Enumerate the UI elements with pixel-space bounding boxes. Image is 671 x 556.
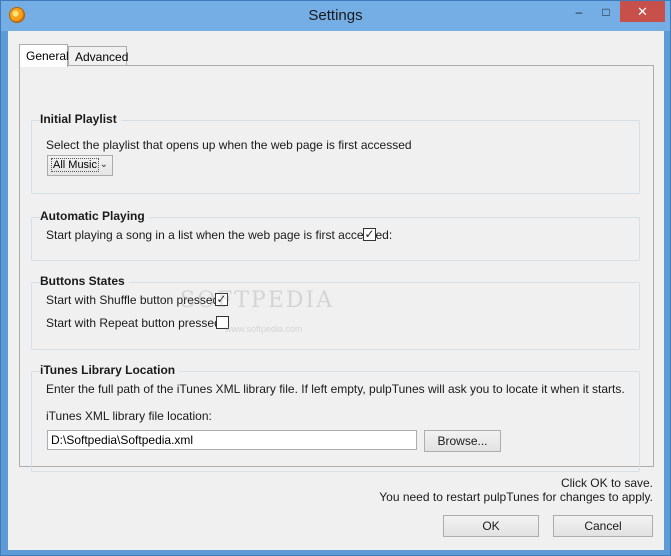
title-bar[interactable]: Settings – □ ✕ [1,1,670,31]
general-tab-panel: Initial Playlist Select the playlist tha… [19,65,654,472]
playlist-select[interactable]: All Music ⌄ [47,155,113,176]
tab-advanced[interactable]: Advanced [68,46,128,66]
repeat-label: Start with Repeat button pressed: [46,316,225,330]
checkmark-icon: ✓ [216,292,227,306]
playlist-description: Select the playlist that opens up when t… [46,138,412,152]
itunes-description: Enter the full path of the iTunes XML li… [46,382,625,396]
minimize-icon[interactable]: – [566,1,592,22]
checkmark-icon: ✓ [364,227,375,241]
itunes-path-input[interactable]: D:\Softpedia\Softpedia.xml [47,430,417,450]
playlist-selected-value: All Music [51,158,100,172]
itunes-field-label: iTunes XML library file location: [46,409,212,423]
dialog-body: General Advanced Initial Playlist Select… [8,31,664,550]
shuffle-checkbox[interactable]: ✓ [215,293,228,306]
settings-window: Settings – □ ✕ General Advanced Initial … [0,0,671,556]
restart-note: You need to restart pulpTunes for change… [379,490,653,504]
shuffle-label: Start with Shuffle button pressed: [46,293,223,307]
group-frame [31,120,640,194]
repeat-checkbox[interactable] [216,316,229,329]
initial-playlist-group: Initial Playlist Select the playlist tha… [31,112,640,194]
itunes-location-group: iTunes Library Location Enter the full p… [31,363,640,475]
group-legend: Initial Playlist [40,112,121,126]
close-icon[interactable]: ✕ [620,1,665,22]
autoplay-label: Start playing a song in a list when the … [46,228,393,242]
chevron-down-icon: ⌄ [99,159,108,170]
group-legend: Buttons States [40,274,129,288]
tab-general[interactable]: General [19,44,69,67]
browse-button[interactable]: Browse... [424,430,501,452]
group-legend: iTunes Library Location [40,363,180,377]
group-legend: Automatic Playing [40,209,149,223]
save-note: Click OK to save. [560,476,653,490]
automatic-playing-group: Automatic Playing Start playing a song i… [31,209,640,261]
maximize-icon[interactable]: □ [593,1,619,22]
autoplay-checkbox[interactable]: ✓ [363,228,376,241]
buttons-states-group: Buttons States Start with Shuffle button… [31,274,640,350]
cancel-button[interactable]: Cancel [553,515,653,537]
ok-button[interactable]: OK [443,515,539,537]
